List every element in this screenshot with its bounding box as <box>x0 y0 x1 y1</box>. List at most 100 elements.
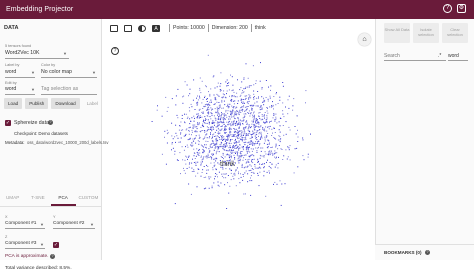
data-point[interactable] <box>242 179 244 181</box>
data-point[interactable] <box>211 101 212 103</box>
data-point[interactable] <box>284 183 286 185</box>
data-point[interactable] <box>244 106 246 108</box>
data-point[interactable] <box>248 100 250 102</box>
data-point[interactable] <box>227 105 229 107</box>
data-point[interactable] <box>226 142 228 144</box>
data-point[interactable] <box>252 133 254 135</box>
data-point[interactable] <box>208 178 210 180</box>
data-point[interactable] <box>267 112 269 114</box>
data-point[interactable] <box>268 128 270 130</box>
data-point[interactable] <box>242 123 244 125</box>
data-point[interactable] <box>257 158 259 160</box>
data-point[interactable] <box>246 151 248 153</box>
data-point[interactable] <box>171 122 173 124</box>
data-point[interactable] <box>199 77 201 79</box>
data-point[interactable] <box>217 148 219 150</box>
data-point[interactable] <box>207 54 209 56</box>
tab-pca[interactable]: PCA <box>50 189 76 206</box>
data-point[interactable] <box>243 167 245 169</box>
data-point[interactable] <box>230 123 232 125</box>
data-point[interactable] <box>177 88 179 90</box>
data-point[interactable] <box>183 170 185 172</box>
data-point[interactable] <box>208 104 210 106</box>
data-point[interactable] <box>197 101 199 103</box>
data-point[interactable] <box>212 169 214 171</box>
data-point[interactable] <box>274 132 276 133</box>
data-point[interactable] <box>250 169 252 171</box>
data-point[interactable] <box>219 119 221 121</box>
data-point[interactable] <box>186 168 188 169</box>
data-point[interactable] <box>253 125 255 127</box>
publish-button[interactable]: Publish <box>25 98 49 109</box>
data-point[interactable] <box>224 156 226 158</box>
data-point[interactable] <box>221 99 223 101</box>
data-point[interactable] <box>202 169 204 171</box>
data-point[interactable] <box>202 152 204 154</box>
data-point[interactable] <box>257 91 259 92</box>
data-point[interactable] <box>217 176 218 178</box>
data-point[interactable] <box>226 93 227 95</box>
help-icon[interactable]: ? <box>443 4 452 13</box>
data-point[interactable] <box>204 116 206 118</box>
data-point[interactable] <box>266 143 268 145</box>
data-point[interactable] <box>196 97 197 99</box>
data-point[interactable] <box>256 120 258 122</box>
data-point[interactable] <box>195 161 197 163</box>
data-point[interactable] <box>157 105 158 107</box>
data-point[interactable] <box>178 129 180 131</box>
data-point[interactable] <box>222 96 224 98</box>
data-point[interactable] <box>207 153 209 155</box>
data-point[interactable] <box>185 146 186 148</box>
data-point[interactable] <box>215 135 217 137</box>
data-point[interactable] <box>218 124 220 126</box>
data-point[interactable] <box>198 169 200 170</box>
data-point[interactable] <box>259 171 261 173</box>
data-point[interactable] <box>214 175 216 177</box>
data-point[interactable] <box>186 144 188 146</box>
data-point[interactable] <box>227 154 229 156</box>
data-point[interactable] <box>151 121 153 122</box>
data-point[interactable] <box>240 173 241 175</box>
data-point[interactable] <box>166 129 168 131</box>
data-point[interactable] <box>187 146 189 148</box>
data-point[interactable] <box>180 173 181 175</box>
data-point[interactable] <box>221 145 223 147</box>
data-point[interactable] <box>234 100 236 102</box>
data-point[interactable] <box>220 129 222 131</box>
data-point[interactable] <box>187 116 189 118</box>
data-point[interactable] <box>207 155 209 157</box>
data-point[interactable] <box>265 119 267 121</box>
data-point[interactable] <box>211 113 213 114</box>
data-point[interactable] <box>219 106 221 108</box>
data-point[interactable] <box>243 88 245 90</box>
data-point[interactable] <box>221 114 223 115</box>
data-point[interactable] <box>209 101 211 103</box>
data-point[interactable] <box>171 143 173 145</box>
data-point[interactable] <box>192 99 194 101</box>
sphereize-checkbox[interactable]: ✓ <box>5 120 11 126</box>
data-point[interactable] <box>274 119 276 121</box>
data-point[interactable] <box>198 143 200 145</box>
data-point[interactable] <box>252 114 253 116</box>
data-point[interactable] <box>241 137 243 138</box>
data-point[interactable] <box>223 90 225 92</box>
data-point[interactable] <box>192 124 194 126</box>
data-point[interactable] <box>242 103 244 104</box>
data-point[interactable] <box>261 164 263 165</box>
data-point[interactable] <box>269 95 271 97</box>
data-point[interactable] <box>251 168 253 170</box>
data-point[interactable] <box>251 109 253 111</box>
data-point[interactable] <box>241 131 243 133</box>
data-point[interactable] <box>212 121 214 123</box>
data-point[interactable] <box>275 93 277 95</box>
data-point[interactable] <box>275 145 277 147</box>
data-point[interactable] <box>202 158 204 160</box>
data-point[interactable] <box>239 133 241 135</box>
data-point[interactable] <box>195 155 197 157</box>
data-point[interactable] <box>232 116 234 118</box>
data-point[interactable] <box>254 129 256 131</box>
data-point[interactable] <box>185 113 187 115</box>
data-point[interactable] <box>240 87 242 89</box>
data-point[interactable] <box>264 128 265 130</box>
data-point[interactable] <box>248 170 250 172</box>
